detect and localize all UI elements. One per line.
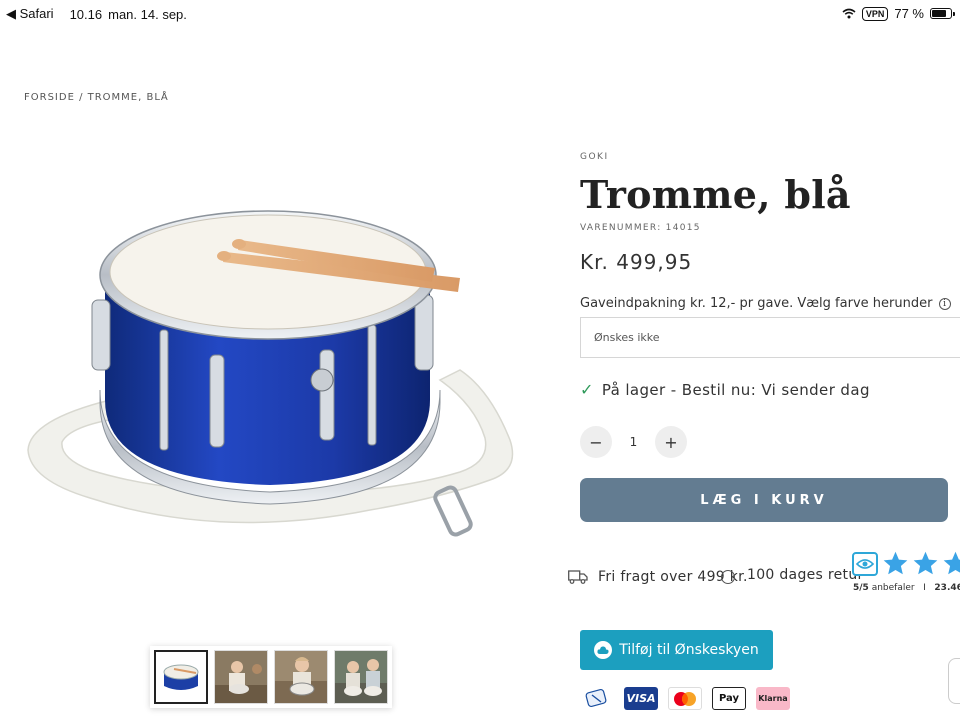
wishlist-button-label: Tilføj til Ønskeskyen bbox=[619, 642, 759, 658]
star-icon bbox=[913, 551, 938, 575]
status-time: 10.16 bbox=[69, 6, 103, 22]
quantity-stepper: − 1 + bbox=[580, 426, 687, 458]
wifi-icon bbox=[842, 8, 856, 19]
dankort-icon bbox=[580, 687, 614, 710]
breadcrumb[interactable]: FORSIDE / TROMME, BLÅ bbox=[24, 92, 169, 103]
product-sku: VARENUMMER: 14015 bbox=[580, 223, 701, 233]
battery-percent: 77 % bbox=[894, 6, 924, 21]
visa-icon: VISA bbox=[624, 687, 658, 710]
star-icon bbox=[883, 551, 908, 575]
product-price: Kr. 499,95 bbox=[580, 250, 693, 274]
vpn-badge: VPN bbox=[861, 6, 889, 21]
stock-status-text: På lager - Bestil nu: Vi sender dag bbox=[601, 380, 870, 399]
quantity-increase-button[interactable]: + bbox=[655, 426, 687, 458]
returns-text: 100 dages retur bbox=[747, 567, 864, 583]
thumbnail-child-1[interactable] bbox=[214, 650, 268, 704]
apple-pay-icon: Pay bbox=[712, 687, 746, 710]
rating-stars bbox=[882, 550, 960, 577]
product-title: Tromme, blå bbox=[580, 172, 851, 217]
back-to-safari-link[interactable]: ◀ Safari bbox=[6, 6, 54, 22]
gift-wrap-label: Gaveindpakning kr. 12,- pr gave. Vælg fa… bbox=[580, 296, 951, 311]
product-main-image[interactable] bbox=[20, 180, 520, 600]
battery-icon bbox=[930, 8, 955, 19]
gift-wrap-select[interactable]: Ønskes ikke bbox=[580, 317, 960, 358]
truck-icon bbox=[568, 570, 588, 584]
image-thumbnails bbox=[150, 646, 392, 708]
thumbnail-drum[interactable] bbox=[154, 650, 208, 704]
check-icon: ✓ bbox=[580, 380, 594, 399]
stock-status: ✓ På lager - Bestil nu: Vi sender dag bbox=[580, 380, 870, 399]
add-to-cart-button[interactable]: LÆG I KURV bbox=[580, 478, 948, 522]
payment-methods: VISA Pay Klarna bbox=[580, 687, 790, 710]
star-icon bbox=[943, 551, 960, 575]
rating-separator: I bbox=[923, 583, 926, 593]
return-icon bbox=[721, 570, 735, 584]
info-icon[interactable]: i bbox=[938, 297, 951, 310]
cloud-icon bbox=[594, 641, 613, 659]
trustpilot-rating-widget[interactable]: 5/5 anbefaler I 23.463 bbox=[852, 550, 960, 598]
klarna-icon: Klarna bbox=[756, 687, 790, 710]
eye-icon bbox=[852, 552, 878, 576]
rating-summary: 5/5 anbefaler I 23.463 bbox=[853, 583, 960, 593]
ios-status-bar: ◀ Safari 10.16 man. 14. sep. VPN 77 % bbox=[0, 0, 960, 28]
floating-side-tab[interactable] bbox=[948, 658, 960, 704]
quantity-value[interactable]: 1 bbox=[612, 435, 655, 449]
add-to-wishlist-button[interactable]: Tilføj til Ønskeskyen bbox=[580, 630, 773, 670]
status-date: man. 14. sep. bbox=[108, 6, 187, 22]
apple-pay-label: Pay bbox=[718, 693, 740, 704]
quantity-decrease-button[interactable]: − bbox=[580, 426, 612, 458]
gift-wrap-label-text: Gaveindpakning kr. 12,- pr gave. Vælg fa… bbox=[580, 296, 933, 311]
product-brand[interactable]: GOKI bbox=[580, 152, 609, 162]
thumbnail-child-2[interactable] bbox=[274, 650, 328, 704]
rating-label: anbefaler bbox=[871, 583, 915, 593]
thumbnail-child-3[interactable] bbox=[334, 650, 388, 704]
usp-row: Fri fragt over 499 kr. 100 dages retur bbox=[568, 566, 863, 588]
rating-count: 23.463 bbox=[934, 583, 960, 593]
rating-score: 5/5 bbox=[853, 583, 869, 593]
mastercard-icon bbox=[668, 687, 702, 710]
